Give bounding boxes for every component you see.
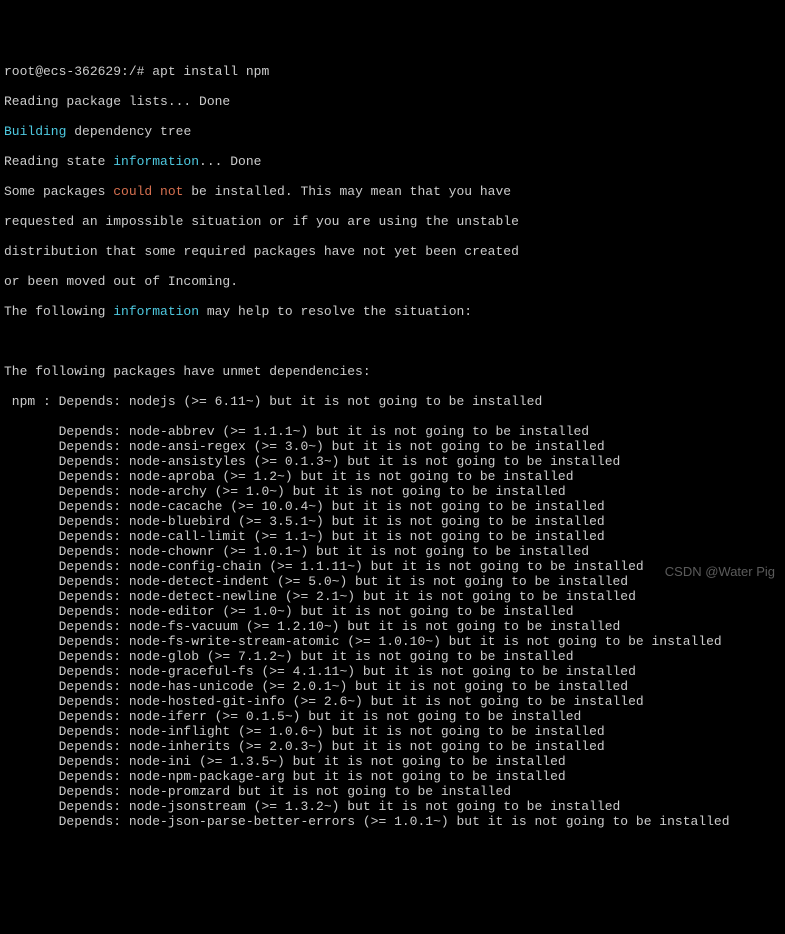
text: may help to resolve the situation: <box>199 304 472 319</box>
dependency-line: Depends: node-graceful-fs (>= 4.1.11~) b… <box>4 664 781 679</box>
text: Some packages <box>4 184 113 199</box>
text: dependency tree <box>66 124 191 139</box>
dependency-line: Depends: node-fs-vacuum (>= 1.2.10~) but… <box>4 619 781 634</box>
highlight-information: information <box>113 304 199 319</box>
dependency-line: Depends: node-editor (>= 1.0~) but it is… <box>4 604 781 619</box>
dependency-line: Depends: node-promzard but it is not goi… <box>4 784 781 799</box>
dependency-line: Depends: node-cacache (>= 10.0.4~) but i… <box>4 499 781 514</box>
dependency-line: Depends: node-has-unicode (>= 2.0.1~) bu… <box>4 679 781 694</box>
text: The following <box>4 304 113 319</box>
highlight-couldnot: could not <box>113 184 183 199</box>
highlight-building: Building <box>4 124 66 139</box>
dependency-line: Depends: node-abbrev (>= 1.1.1~) but it … <box>4 424 781 439</box>
output-line: The following information may help to re… <box>4 304 781 319</box>
dependency-line: npm : Depends: nodejs (>= 6.11~) but it … <box>4 394 781 409</box>
output-line: Building dependency tree <box>4 124 781 139</box>
dependency-line: Depends: node-npm-package-arg but it is … <box>4 769 781 784</box>
dependency-line: Depends: node-inflight (>= 1.0.6~) but i… <box>4 724 781 739</box>
output-line: Some packages could not be installed. Th… <box>4 184 781 199</box>
dependency-line: Depends: node-ansistyles (>= 0.1.3~) but… <box>4 454 781 469</box>
dependency-line: Depends: node-jsonstream (>= 1.3.2~) but… <box>4 799 781 814</box>
text: ... Done <box>199 154 261 169</box>
text: Reading state <box>4 154 113 169</box>
dependency-list: Depends: node-abbrev (>= 1.1.1~) but it … <box>4 424 781 829</box>
output-line: or been moved out of Incoming. <box>4 274 781 289</box>
dependency-line: Depends: node-detect-newline (>= 2.1~) b… <box>4 589 781 604</box>
dependency-line: Depends: node-call-limit (>= 1.1~) but i… <box>4 529 781 544</box>
dependency-line: Depends: node-ansi-regex (>= 3.0~) but i… <box>4 439 781 454</box>
text: be installed. This may mean that you hav… <box>183 184 511 199</box>
dependency-line: Depends: node-iferr (>= 0.1.5~) but it i… <box>4 709 781 724</box>
output-line: Reading package lists... Done <box>4 94 781 109</box>
output-line: Reading state information... Done <box>4 154 781 169</box>
dependency-line: Depends: node-glob (>= 7.1.2~) but it is… <box>4 649 781 664</box>
terminal-prompt[interactable]: root@ecs-362629:/# apt install npm <box>4 64 781 79</box>
blank-line <box>4 334 781 349</box>
highlight-information: information <box>113 154 199 169</box>
dependency-line: Depends: node-ini (>= 1.3.5~) but it is … <box>4 754 781 769</box>
watermark: CSDN @Water Pig <box>665 564 775 579</box>
dependency-line: Depends: node-json-parse-better-errors (… <box>4 814 781 829</box>
dependency-line: Depends: node-hosted-git-info (>= 2.6~) … <box>4 694 781 709</box>
dependency-line: Depends: node-fs-write-stream-atomic (>=… <box>4 634 781 649</box>
dependency-line: Depends: node-bluebird (>= 3.5.1~) but i… <box>4 514 781 529</box>
output-line: requested an impossible situation or if … <box>4 214 781 229</box>
dependency-line: Depends: node-aproba (>= 1.2~) but it is… <box>4 469 781 484</box>
output-line: distribution that some required packages… <box>4 244 781 259</box>
dependency-line: Depends: node-chownr (>= 1.0.1~) but it … <box>4 544 781 559</box>
output-line: The following packages have unmet depend… <box>4 364 781 379</box>
dependency-line: Depends: node-archy (>= 1.0~) but it is … <box>4 484 781 499</box>
dependency-line: Depends: node-inherits (>= 2.0.3~) but i… <box>4 739 781 754</box>
